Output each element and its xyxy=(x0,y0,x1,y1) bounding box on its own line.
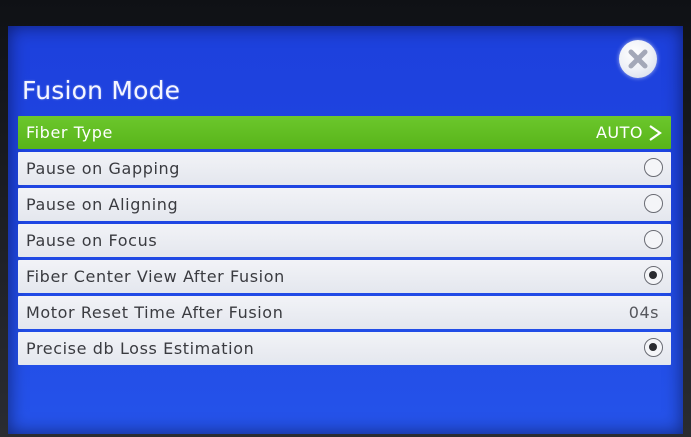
page-title: Fusion Mode xyxy=(22,76,181,105)
fiber-type-row[interactable]: Fiber Type AUTO xyxy=(18,116,671,149)
fiber-type-value: AUTO xyxy=(595,123,643,142)
pause-on-gapping-radio[interactable] xyxy=(644,158,663,177)
pause-on-gapping-row[interactable]: Pause on Gapping xyxy=(18,152,671,185)
close-button[interactable] xyxy=(619,40,657,78)
fiber-center-view-radio[interactable] xyxy=(644,266,663,285)
pause-on-gapping-label: Pause on Gapping xyxy=(26,159,181,178)
device-bezel: Fusion Mode Fiber Type AUTO Pause on Gap… xyxy=(0,0,691,437)
pause-on-aligning-label: Pause on Aligning xyxy=(26,195,179,214)
fusion-mode-screen: Fusion Mode Fiber Type AUTO Pause on Gap… xyxy=(8,26,683,434)
pause-on-focus-row[interactable]: Pause on Focus xyxy=(18,224,671,257)
precise-loss-estimation-label: Precise db Loss Estimation xyxy=(26,339,255,358)
fiber-center-view-label: Fiber Center View After Fusion xyxy=(26,267,285,286)
fiber-type-label: Fiber Type xyxy=(26,123,113,142)
chevron-right-icon xyxy=(649,125,662,141)
fiber-center-view-row[interactable]: Fiber Center View After Fusion xyxy=(18,260,671,293)
motor-reset-time-value: 04s xyxy=(628,303,659,322)
motor-reset-time-row[interactable]: Motor Reset Time After Fusion 04s xyxy=(18,296,671,329)
pause-on-focus-label: Pause on Focus xyxy=(26,231,158,250)
motor-reset-time-label: Motor Reset Time After Fusion xyxy=(26,303,284,322)
close-icon xyxy=(628,49,648,69)
pause-on-aligning-row[interactable]: Pause on Aligning xyxy=(18,188,671,221)
precise-loss-estimation-row[interactable]: Precise db Loss Estimation xyxy=(18,332,671,365)
pause-on-focus-radio[interactable] xyxy=(644,230,663,249)
settings-list: Fiber Type AUTO Pause on Gapping Pause o… xyxy=(18,116,671,368)
pause-on-aligning-radio[interactable] xyxy=(644,194,663,213)
precise-loss-estimation-radio[interactable] xyxy=(644,338,663,357)
